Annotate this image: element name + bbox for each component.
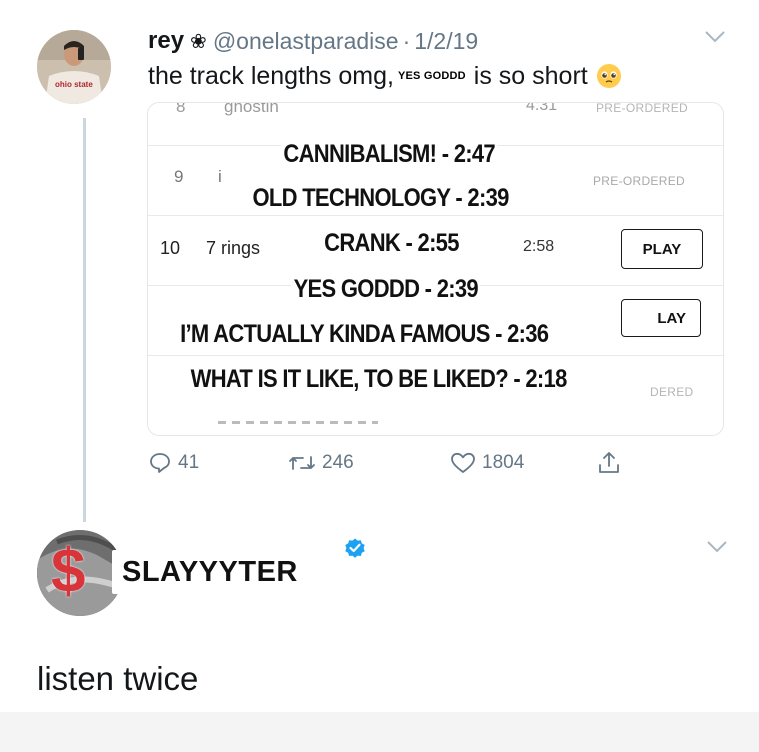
cut-off-title — [218, 421, 378, 424]
track-title: i — [218, 167, 222, 186]
reply-count: 41 — [178, 452, 200, 473]
track-number: 8 — [176, 102, 186, 116]
reply-avatar[interactable]: $ — [37, 530, 123, 616]
timestamp[interactable]: 1/2/19 — [414, 28, 478, 55]
thread-line — [83, 118, 86, 522]
row-divider — [148, 215, 723, 216]
share-icon — [599, 452, 619, 473]
tweet-text-end: is so short — [473, 61, 588, 90]
overlay-track: OLD TECHNOLOGY - 2:39 — [249, 183, 512, 213]
track-title: ghostin — [224, 102, 279, 116]
play-button-partial[interactable]: LAY — [621, 299, 701, 337]
track-title: 7 rings — [206, 238, 261, 258]
track-number: 9 — [174, 167, 184, 186]
like-button[interactable]: 1804 — [450, 445, 524, 481]
flower-icon: ❀ — [190, 30, 207, 53]
track-time: 2:58 — [523, 238, 555, 255]
separator: · — [402, 27, 411, 54]
share-button[interactable] — [596, 445, 628, 481]
row-divider — [148, 355, 723, 356]
dollar-sign-symbol: $ — [51, 537, 86, 606]
overlay-track: I’M ACTUALLY KINDA FAMOUS - 2:36 — [177, 319, 551, 349]
reply-button[interactable]: 41 — [148, 445, 199, 481]
overlay-track: YES GODDD - 2:39 — [290, 274, 481, 304]
track-time: 4:31 — [526, 102, 558, 114]
chevron-down-icon[interactable] — [704, 30, 726, 49]
display-name[interactable]: rey — [148, 27, 184, 55]
preorder-status-partial: DERED — [650, 385, 694, 399]
avatar-shirt-text: ohio state — [55, 80, 93, 89]
play-button[interactable]: PLAY — [621, 229, 703, 269]
overlay-track: CANNIBALISM! - 2:47 — [280, 139, 498, 169]
tweet-text: the track lengths omg, YES GODDD is so s… — [148, 58, 622, 94]
reply-text: listen twice — [37, 660, 199, 697]
heart-icon — [451, 452, 475, 473]
preorder-status: PRE-ORDERED — [596, 102, 688, 115]
pleading-face-icon — [596, 64, 621, 88]
chevron-down-icon[interactable] — [706, 540, 728, 559]
tweet-header: rey ❀ @onelastparadise · 1/2/19 — [148, 24, 478, 58]
reply-display-name[interactable]: SLAYYYTER — [112, 550, 308, 594]
verified-badge-icon — [345, 538, 365, 558]
bottom-band — [0, 712, 759, 752]
avatar[interactable]: ohio state — [37, 30, 111, 104]
retweet-count: 246 — [322, 452, 354, 473]
tweet-text-start: the track lengths omg, — [148, 61, 394, 90]
retweet-icon — [289, 456, 315, 470]
retweet-button[interactable]: 246 — [288, 445, 354, 481]
like-count: 1804 — [482, 452, 525, 473]
track-number: 10 — [160, 238, 181, 258]
preorder-status: PRE-ORDERED — [593, 174, 685, 188]
sticker-text: YES GODDD — [397, 70, 466, 82]
reply-icon — [150, 453, 170, 473]
handle[interactable]: @onelastparadise — [213, 28, 399, 55]
overlay-track: CRANK - 2:55 — [321, 228, 462, 258]
overlay-track: WHAT IS IT LIKE, TO BE LIKED? - 2:18 — [187, 364, 570, 394]
